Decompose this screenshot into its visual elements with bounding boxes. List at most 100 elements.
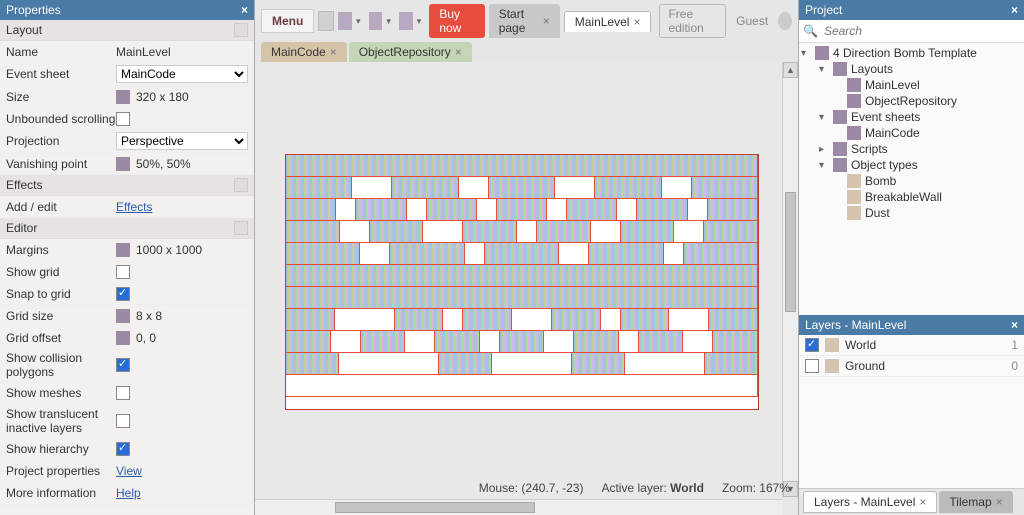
- tab-objectrepository-label: ObjectRepository: [359, 45, 451, 59]
- prop-gridoffset-value[interactable]: 0, 0: [136, 331, 248, 345]
- search-icon: 🔍: [803, 24, 818, 38]
- prop-gridsize-value[interactable]: 8 x 8: [136, 309, 248, 323]
- close-icon[interactable]: ×: [241, 3, 248, 17]
- chevron-down-icon[interactable]: ▾: [801, 48, 811, 59]
- unbounded-checkbox[interactable]: [116, 112, 130, 126]
- layer-visible-checkbox[interactable]: [805, 359, 819, 373]
- tab-layers-label: Layers - MainLevel: [814, 495, 915, 509]
- search-input[interactable]: [822, 22, 1020, 40]
- prop-projection-value[interactable]: Perspective: [116, 132, 248, 150]
- menu-button[interactable]: Menu: [261, 9, 314, 33]
- close-icon[interactable]: ×: [1011, 318, 1018, 332]
- tree-maincode[interactable]: MainCode: [799, 125, 1024, 141]
- color-swatch-icon[interactable]: [116, 157, 130, 171]
- close-icon[interactable]: ×: [996, 495, 1003, 509]
- color-swatch-icon[interactable]: [116, 90, 130, 104]
- close-icon[interactable]: ×: [633, 15, 640, 29]
- status-layer: Active layer: World: [601, 481, 703, 495]
- view-link[interactable]: View: [116, 464, 142, 478]
- collapse-icon[interactable]: [234, 23, 248, 37]
- tree-breakablewall[interactable]: BreakableWall: [799, 189, 1024, 205]
- tree-dust[interactable]: Dust: [799, 205, 1024, 221]
- tree-mainlevel[interactable]: MainLevel: [799, 77, 1024, 93]
- layer-ground[interactable]: Ground 0: [799, 356, 1024, 377]
- scrollbar-thumb[interactable]: [785, 192, 796, 312]
- help-link[interactable]: Help: [116, 486, 141, 500]
- close-icon[interactable]: ×: [330, 45, 337, 59]
- close-icon[interactable]: ×: [543, 14, 550, 28]
- vertical-scrollbar[interactable]: ▲ ▼: [782, 62, 798, 497]
- translucent-checkbox[interactable]: [116, 414, 130, 428]
- section-effects[interactable]: Effects: [0, 175, 254, 196]
- sub-tabs: MainCode× ObjectRepository ×: [255, 42, 798, 62]
- prop-projection: Projection Perspective: [0, 130, 254, 153]
- close-icon[interactable]: ×: [455, 45, 462, 59]
- tree-objrepo[interactable]: ObjectRepository: [799, 93, 1024, 109]
- prop-vanishing-value[interactable]: 50%, 50%: [136, 157, 248, 171]
- showgrid-checkbox[interactable]: [116, 265, 130, 279]
- scroll-up-icon[interactable]: ▲: [783, 62, 798, 78]
- hierarchy-checkbox[interactable]: [116, 442, 130, 456]
- tree-eventsheets[interactable]: ▾Event sheets: [799, 109, 1024, 125]
- color-swatch-icon[interactable]: [116, 331, 130, 345]
- prop-hierarchy-label: Show hierarchy: [6, 442, 116, 456]
- prop-meshes: Show meshes: [0, 383, 254, 405]
- snapgrid-checkbox[interactable]: [116, 287, 130, 301]
- tab-tilemap[interactable]: Tilemap×: [939, 491, 1012, 513]
- close-icon[interactable]: ×: [919, 495, 926, 509]
- chevron-down-icon[interactable]: ▾: [356, 16, 361, 27]
- effects-link[interactable]: Effects: [116, 200, 152, 214]
- prop-vanishing: Vanishing point 50%, 50%: [0, 153, 254, 175]
- collapse-icon[interactable]: [234, 178, 248, 192]
- chevron-down-icon[interactable]: ▾: [819, 64, 829, 75]
- project-tree[interactable]: ▾4 Direction Bomb Template ▾ Layouts Main…: [799, 43, 1024, 315]
- prop-size-label: Size: [6, 90, 116, 104]
- properties-header: Properties ×: [0, 0, 254, 20]
- color-swatch-icon[interactable]: [116, 309, 130, 323]
- guest-label: Guest: [730, 12, 774, 30]
- color-swatch-icon[interactable]: [116, 243, 130, 257]
- prop-snapgrid: Snap to grid: [0, 283, 254, 305]
- layout-viewport[interactable]: ▲ ▼ Mouse: (240.7, -23) Active layer: Wo…: [255, 62, 798, 515]
- section-layout[interactable]: Layout: [0, 20, 254, 41]
- tree-root[interactable]: ▾4 Direction Bomb Template: [799, 45, 1024, 61]
- status-layer-value: World: [670, 481, 704, 495]
- prop-name-value[interactable]: MainLevel: [116, 45, 248, 59]
- avatar[interactable]: [778, 12, 792, 30]
- section-editor[interactable]: Editor: [0, 218, 254, 239]
- tree-layouts-label: Layouts: [851, 62, 893, 76]
- swatch-icon[interactable]: [369, 12, 383, 30]
- collapse-icon[interactable]: [234, 221, 248, 235]
- prop-size-value[interactable]: 320 x 180: [136, 90, 248, 104]
- chevron-down-icon[interactable]: ▾: [819, 112, 829, 123]
- prop-eventsheet-value[interactable]: MainCode: [116, 65, 248, 83]
- tab-mainlevel[interactable]: MainLevel×: [564, 11, 652, 32]
- prop-margins-value[interactable]: 1000 x 1000: [136, 243, 248, 257]
- tree-scripts[interactable]: ▸Scripts: [799, 141, 1024, 157]
- swatch-icon[interactable]: [338, 12, 352, 30]
- tree-bomb[interactable]: Bomb: [799, 173, 1024, 189]
- chevron-right-icon[interactable]: ▸: [819, 144, 829, 155]
- tab-objectrepository[interactable]: ObjectRepository ×: [349, 42, 472, 62]
- tab-maincode[interactable]: MainCode×: [261, 42, 347, 62]
- tree-objecttypes[interactable]: ▾Object types: [799, 157, 1024, 173]
- meshes-checkbox[interactable]: [116, 386, 130, 400]
- chevron-down-icon[interactable]: ▾: [417, 16, 422, 27]
- horizontal-scrollbar[interactable]: [255, 499, 782, 515]
- toolbar-button[interactable]: [318, 11, 334, 31]
- close-icon[interactable]: ×: [1011, 3, 1018, 17]
- layer-ground-label: Ground: [845, 359, 885, 373]
- buy-now-button[interactable]: Buy now: [429, 4, 484, 38]
- tab-layers[interactable]: Layers - MainLevel ×: [803, 491, 937, 513]
- scrollbar-thumb[interactable]: [335, 502, 535, 513]
- free-edition-badge[interactable]: Free edition: [659, 4, 726, 38]
- tab-startpage[interactable]: Start page×: [489, 4, 560, 38]
- collision-checkbox[interactable]: [116, 358, 130, 372]
- layout-canvas[interactable]: [285, 154, 759, 410]
- tree-layouts[interactable]: ▾ Layouts: [799, 61, 1024, 77]
- chevron-down-icon[interactable]: ▾: [819, 160, 829, 171]
- layer-world[interactable]: World 1: [799, 335, 1024, 356]
- layer-visible-checkbox[interactable]: [805, 338, 819, 352]
- swatch-icon[interactable]: [399, 12, 413, 30]
- chevron-down-icon[interactable]: ▾: [386, 16, 391, 27]
